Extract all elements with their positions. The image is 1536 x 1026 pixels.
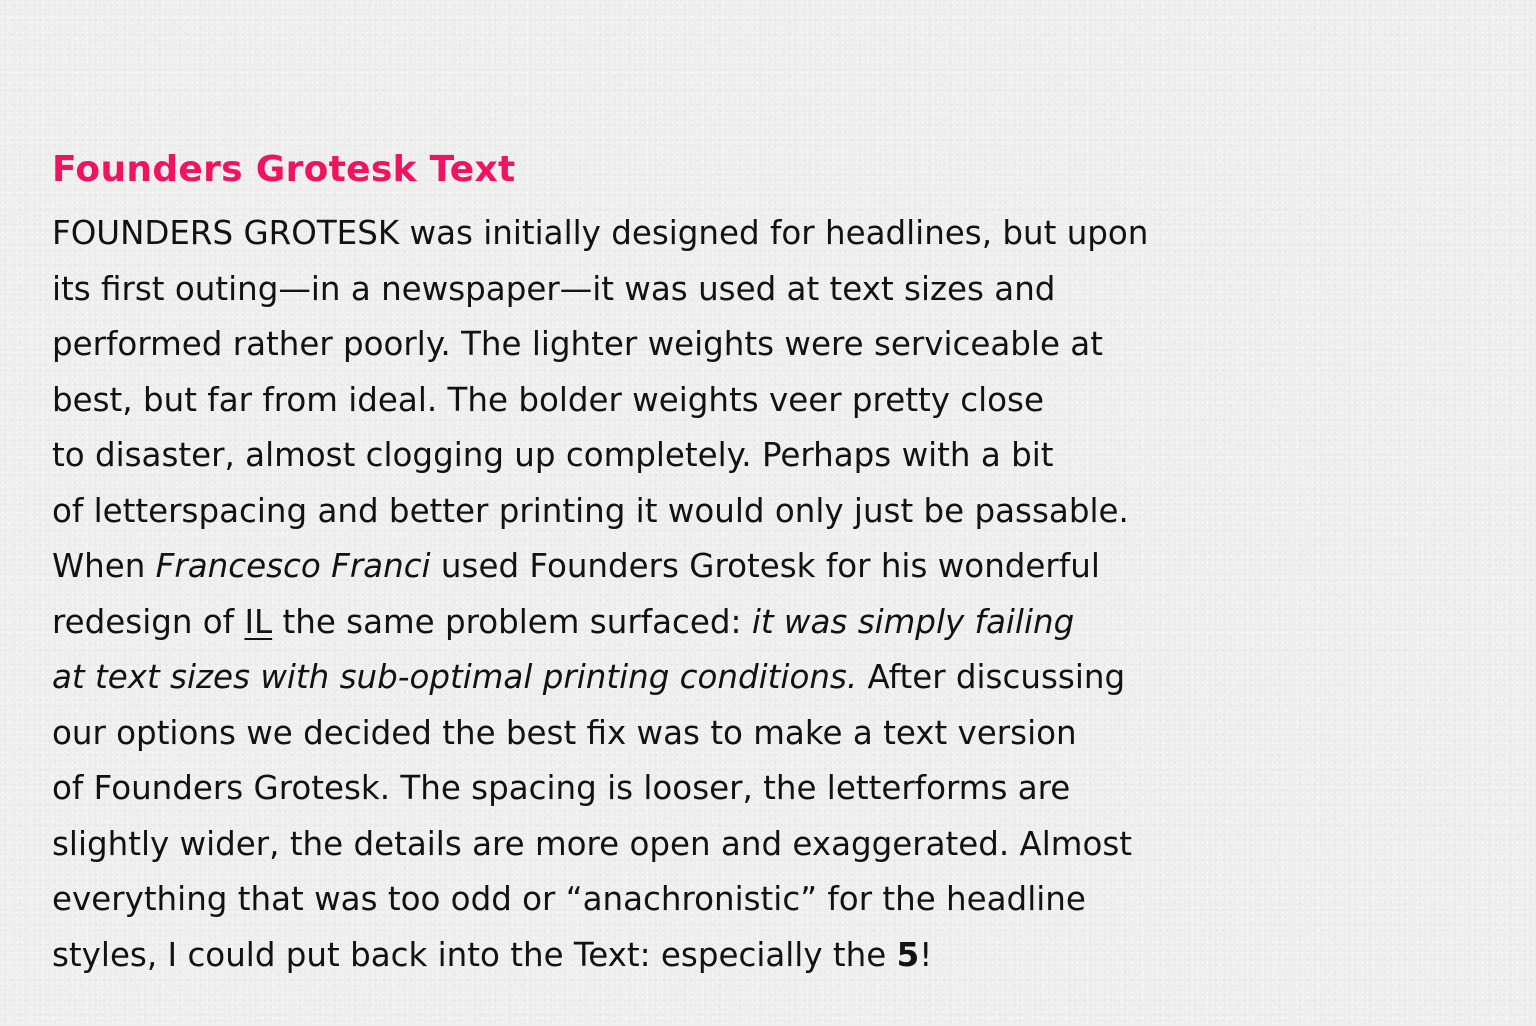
text-run: After discussing <box>857 658 1126 696</box>
text-run: used Founders Grotesk for his wonderful <box>430 547 1100 585</box>
text-line: its first outing—in a newspaper—it was u… <box>52 262 1536 318</box>
text-line: styles, I could put back into the Text: … <box>52 928 1536 984</box>
text-run: performed rather poorly. The lighter wei… <box>52 325 1103 363</box>
text-line: redesign of IL the same problem surfaced… <box>52 595 1536 651</box>
bold-numeral: 5 <box>896 935 920 974</box>
text-run: ! <box>919 935 933 974</box>
text-line: FOUNDERS GROTESK was initially designed … <box>52 206 1536 262</box>
text-specimen-page: Founders Grotesk Text FOUNDERS GROTESK w… <box>0 0 1536 1026</box>
text-line: everything that was too odd or “anachron… <box>52 872 1536 928</box>
text-line: slightly wider, the details are more ope… <box>52 817 1536 873</box>
text-run: everything that was too odd or “anachron… <box>52 880 1086 918</box>
text-run: When <box>52 547 156 585</box>
text-run: FOUNDERS GROTESK was initially designed … <box>52 214 1149 252</box>
underlined-publication-name: IL <box>244 602 273 641</box>
specimen-body-text: FOUNDERS GROTESK was initially designed … <box>52 206 1536 983</box>
text-line: of letterspacing and better printing it … <box>52 484 1536 540</box>
text-line: When Francesco Franci used Founders Grot… <box>52 539 1536 595</box>
italic-phrase: it was simply failing <box>751 602 1075 641</box>
text-line: our options we decided the best fix was … <box>52 706 1536 762</box>
italic-name: Francesco Franci <box>155 547 431 585</box>
text-run: best, but far from ideal. The bolder wei… <box>52 380 1044 419</box>
italic-phrase: at text sizes with sub-optimal printing … <box>52 658 858 696</box>
text-line: performed rather poorly. The lighter wei… <box>52 317 1536 373</box>
specimen-title: Founders Grotesk Text <box>52 149 516 190</box>
text-run: slightly wider, the details are more ope… <box>52 824 1133 863</box>
text-line: at text sizes with sub-optimal printing … <box>52 650 1536 706</box>
text-run: of Founders Grotesk. The spacing is loos… <box>52 769 1071 807</box>
text-run: our options we decided the best fix was … <box>52 713 1077 752</box>
text-run: redesign of <box>52 602 245 641</box>
text-run: styles, I could put back into the Text: … <box>52 935 897 974</box>
text-run: to disaster, almost clogging up complete… <box>52 436 1054 474</box>
text-run: the same problem surfaced: <box>272 602 752 641</box>
text-line: best, but far from ideal. The bolder wei… <box>52 373 1536 429</box>
text-run: its first outing—in a newspaper—it was u… <box>52 269 1056 308</box>
text-run: of letterspacing and better printing it … <box>52 491 1129 530</box>
text-line: to disaster, almost clogging up complete… <box>52 428 1536 484</box>
text-line: of Founders Grotesk. The spacing is loos… <box>52 761 1536 817</box>
